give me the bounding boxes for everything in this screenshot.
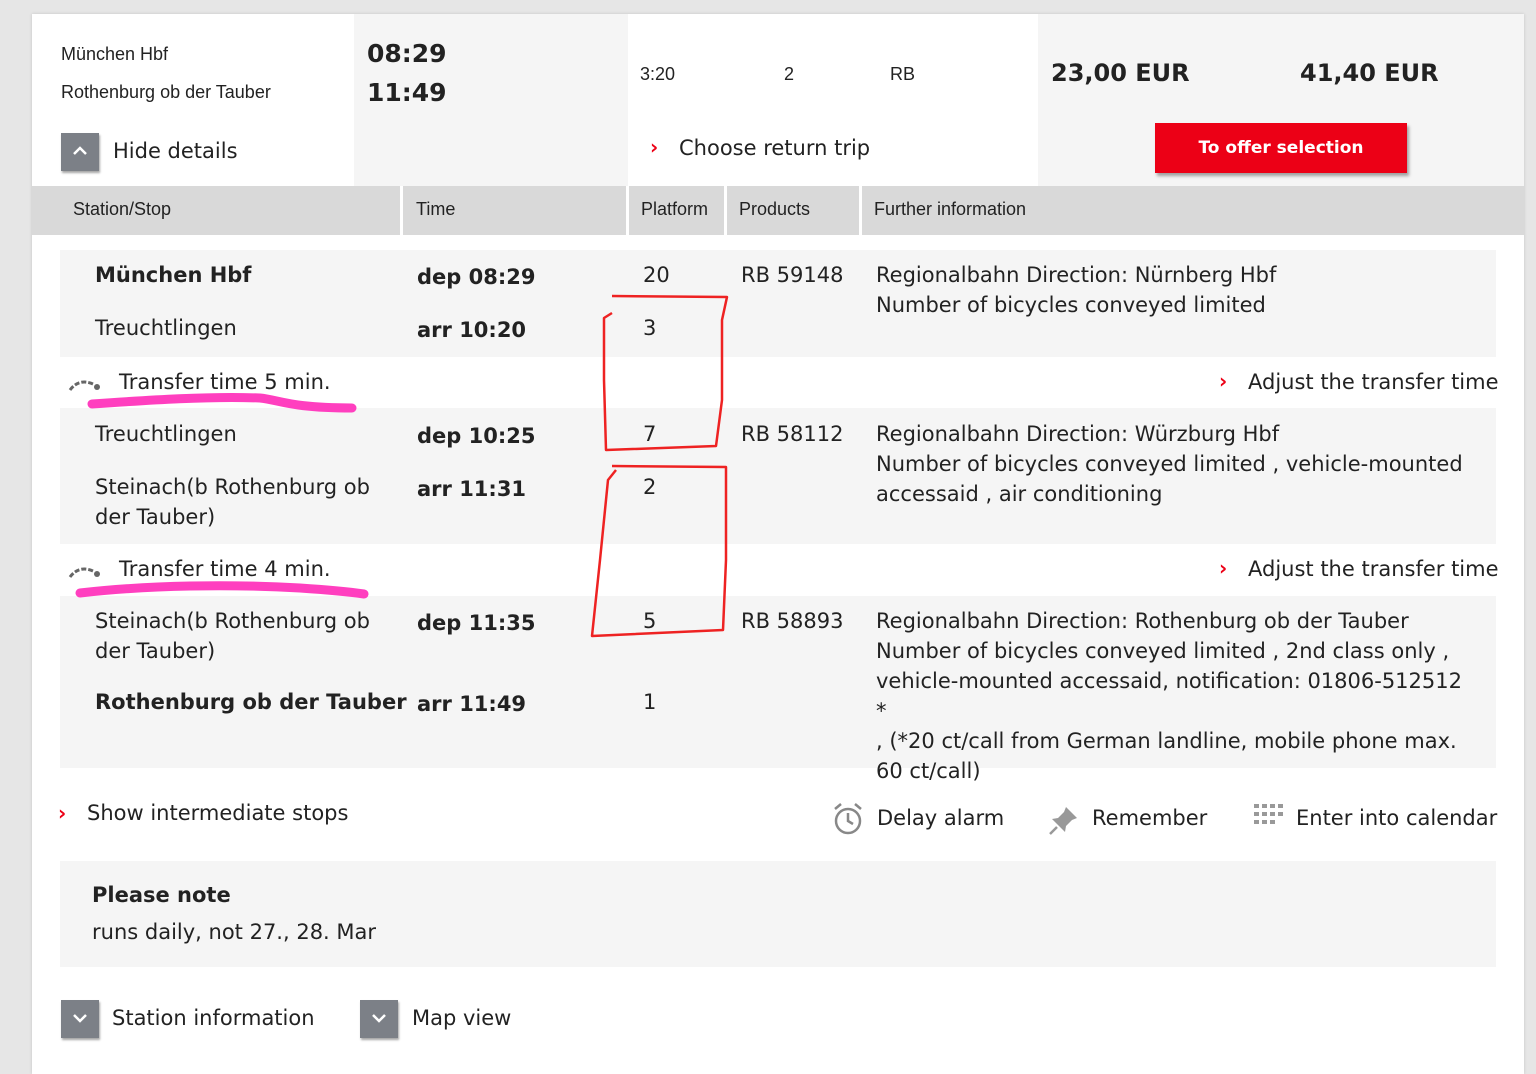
th-platform: Platform (641, 199, 709, 219)
th-time: Time (416, 199, 456, 219)
station-info-toggle[interactable] (61, 1000, 99, 1038)
leg-platform: 5 (643, 609, 657, 633)
summary-from: München Hbf (61, 44, 169, 64)
summary-stations: München Hbf Rothenburg ob der Tauber Hid… (32, 14, 354, 186)
leg-station: Treuchtlingen (95, 316, 237, 340)
summary-times: 08:29 11:49 (354, 14, 628, 186)
info-line: , (*20 ct/call from German landline, mob… (876, 729, 1457, 753)
summary-dep-time: 08:29 (367, 39, 447, 68)
chevron-right-icon: › (1219, 369, 1228, 393)
leg-platform: 2 (643, 475, 657, 499)
station-information-label[interactable]: Station information (112, 1006, 315, 1030)
th-further-info: Further information (874, 199, 1027, 219)
leg-product[interactable]: RB 58112 (741, 419, 843, 449)
chevron-up-icon (73, 146, 87, 155)
summary-products: RB (890, 64, 916, 84)
chevron-down-icon (372, 1014, 386, 1023)
info-line: Number of bicycles conveyed limited , ve… (876, 452, 1463, 476)
leg-further-info: Regionalbahn Direction: Nürnberg Hbf Num… (876, 260, 1476, 320)
show-intermediate-stops-link[interactable]: Show intermediate stops (87, 801, 348, 825)
price-1[interactable]: 23,00 EUR (1051, 59, 1190, 87)
remember-link[interactable]: Remember (1092, 806, 1207, 830)
adjust-transfer-link[interactable]: Adjust the transfer time (1248, 370, 1499, 394)
leg-2: Treuchtlingen dep 10:25 7 RB 58112 Regio… (60, 408, 1496, 544)
leg-product[interactable]: RB 58893 (741, 606, 843, 636)
price-2[interactable]: 41,40 EUR (1300, 59, 1439, 87)
th-divider (400, 186, 403, 235)
station-line: Steinach(b Rothenburg ob (95, 475, 370, 499)
leg-time: arr 10:20 (417, 318, 527, 342)
leg-1: München Hbf dep 08:29 20 RB 59148 Region… (60, 250, 1496, 357)
leg-platform: 7 (643, 422, 657, 446)
please-note-box: Please note runs daily, not 27., 28. Mar (60, 861, 1496, 967)
th-divider (859, 186, 862, 235)
hide-details-label[interactable]: Hide details (113, 139, 238, 163)
leg-time: dep 10:25 (417, 424, 536, 448)
th-station: Station/Stop (73, 199, 172, 219)
transfer-row-2: Transfer time 4 min. › Adjust the transf… (32, 545, 1524, 595)
chevron-right-icon: › (58, 801, 67, 825)
th-divider (626, 186, 629, 235)
chevron-right-icon: › (650, 135, 659, 159)
delay-alarm-link[interactable]: Delay alarm (877, 806, 1004, 830)
calendar-icon[interactable] (1253, 803, 1285, 829)
leg-time: arr 11:49 (417, 692, 527, 716)
leg-station: Rothenburg ob der Tauber (95, 690, 407, 714)
map-view-toggle[interactable] (360, 1000, 398, 1038)
info-line: Number of bicycles conveyed limited , 2n… (876, 639, 1450, 663)
offer-selection-button[interactable]: To offer selection (1155, 123, 1407, 173)
chevron-right-icon: › (1219, 556, 1228, 580)
leg-time: dep 08:29 (417, 265, 536, 289)
transfer-row-1: Transfer time 5 min. › Adjust the transf… (32, 358, 1524, 408)
info-line: Regionalbahn Direction: Rothenburg ob de… (876, 609, 1409, 633)
leg-platform: 1 (643, 690, 657, 714)
info-line: Number of bicycles conveyed limited (876, 293, 1266, 317)
summary-meta: 3:20 2 RB › Choose return trip (628, 14, 1038, 186)
th-divider (724, 186, 727, 235)
enter-into-calendar-link[interactable]: Enter into calendar (1296, 806, 1497, 830)
alarm-clock-icon[interactable] (832, 802, 864, 836)
chevron-down-icon (73, 1014, 87, 1023)
station-line: der Tauber) (95, 639, 216, 663)
leg-time: dep 11:35 (417, 611, 536, 635)
walking-transfer-icon (68, 567, 100, 578)
station-line: der Tauber) (95, 505, 216, 529)
leg-platform: 20 (643, 263, 670, 287)
leg-3: Steinach(b Rothenburg ob der Tauber) dep… (60, 596, 1496, 783)
leg-station: Treuchtlingen (95, 422, 237, 446)
summary-arr-time: 11:49 (367, 78, 447, 107)
leg-platform: 3 (643, 316, 657, 340)
info-line: Regionalbahn Direction: Nürnberg Hbf (876, 263, 1277, 287)
leg-further-info: Regionalbahn Direction: Rothenburg ob de… (876, 606, 1476, 786)
adjust-transfer-link[interactable]: Adjust the transfer time (1248, 557, 1499, 581)
th-products: Products (739, 199, 811, 219)
hide-details-button[interactable] (61, 133, 99, 171)
map-view-label[interactable]: Map view (412, 1006, 511, 1030)
station-line: Steinach(b Rothenburg ob (95, 609, 370, 633)
leg-further-info: Regionalbahn Direction: Würzburg Hbf Num… (876, 419, 1476, 509)
note-text: runs daily, not 27., 28. Mar (92, 920, 377, 944)
pin-icon[interactable] (1048, 804, 1080, 836)
summary-to: Rothenburg ob der Tauber (61, 82, 271, 102)
leg-time: arr 11:31 (417, 477, 527, 501)
summary-duration: 3:20 (640, 64, 676, 84)
leg-product[interactable]: RB 59148 (741, 260, 843, 290)
choose-return-trip-link[interactable]: Choose return trip (679, 136, 870, 160)
info-line: 60 ct/call) (876, 759, 981, 783)
leg-station: Steinach(b Rothenburg ob der Tauber) (95, 606, 370, 666)
info-line: Regionalbahn Direction: Würzburg Hbf (876, 422, 1280, 446)
transfer-time-label: Transfer time 5 min. (119, 370, 331, 394)
transfer-time-label: Transfer time 4 min. (119, 557, 331, 581)
table-header: Station/Stop Time Platform Products Furt… (32, 186, 1524, 235)
info-line: vehicle-mounted accessaid, notification:… (876, 669, 1462, 723)
leg-station: München Hbf (95, 263, 252, 287)
summary-changes: 2 (784, 64, 795, 84)
info-line: accessaid , air conditioning (876, 482, 1163, 506)
connection-detail-card: München Hbf Rothenburg ob der Tauber Hid… (32, 14, 1524, 1074)
note-title: Please note (92, 883, 231, 907)
walking-transfer-icon (68, 380, 100, 391)
leg-station: Steinach(b Rothenburg ob der Tauber) (95, 472, 370, 532)
